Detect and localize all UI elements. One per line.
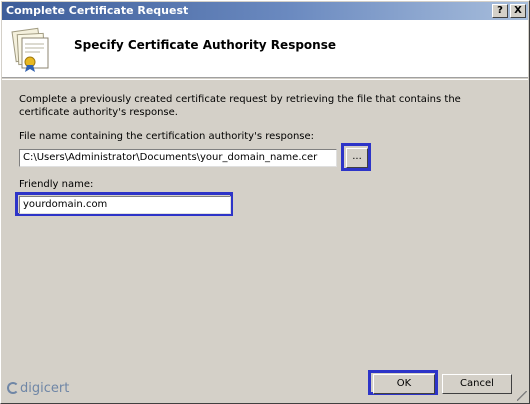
dialog-window: Complete Certificate Request ? X Specify… — [0, 0, 530, 404]
certificate-icon — [11, 27, 49, 72]
help-button[interactable]: ? — [492, 4, 508, 18]
close-button[interactable]: X — [510, 4, 526, 18]
digicert-logo: digicert — [7, 381, 69, 396]
resize-grip[interactable] — [517, 391, 527, 401]
header-divider — [2, 79, 528, 80]
description-text: Complete a previously created certificat… — [19, 94, 461, 118]
friendly-name-input[interactable]: yourdomain.com — [19, 196, 231, 214]
header-title: Specify Certificate Authority Response — [74, 38, 336, 52]
file-name-input[interactable]: C:\Users\Administrator\Documents\your_do… — [19, 149, 337, 167]
browse-button[interactable]: ... — [346, 148, 368, 168]
dialog-header: Specify Certificate Authority Response — [2, 20, 528, 78]
digicert-logo-icon — [7, 382, 19, 394]
cancel-button[interactable]: Cancel — [442, 374, 512, 394]
ok-button[interactable]: OK — [373, 374, 435, 394]
title-bar[interactable]: Complete Certificate Request ? X — [2, 2, 528, 20]
logo-text: digicert — [20, 381, 70, 396]
friendly-name-label: Friendly name: — [19, 179, 94, 190]
window-title: Complete Certificate Request — [6, 4, 189, 17]
file-name-label: File name containing the certification a… — [19, 131, 315, 142]
